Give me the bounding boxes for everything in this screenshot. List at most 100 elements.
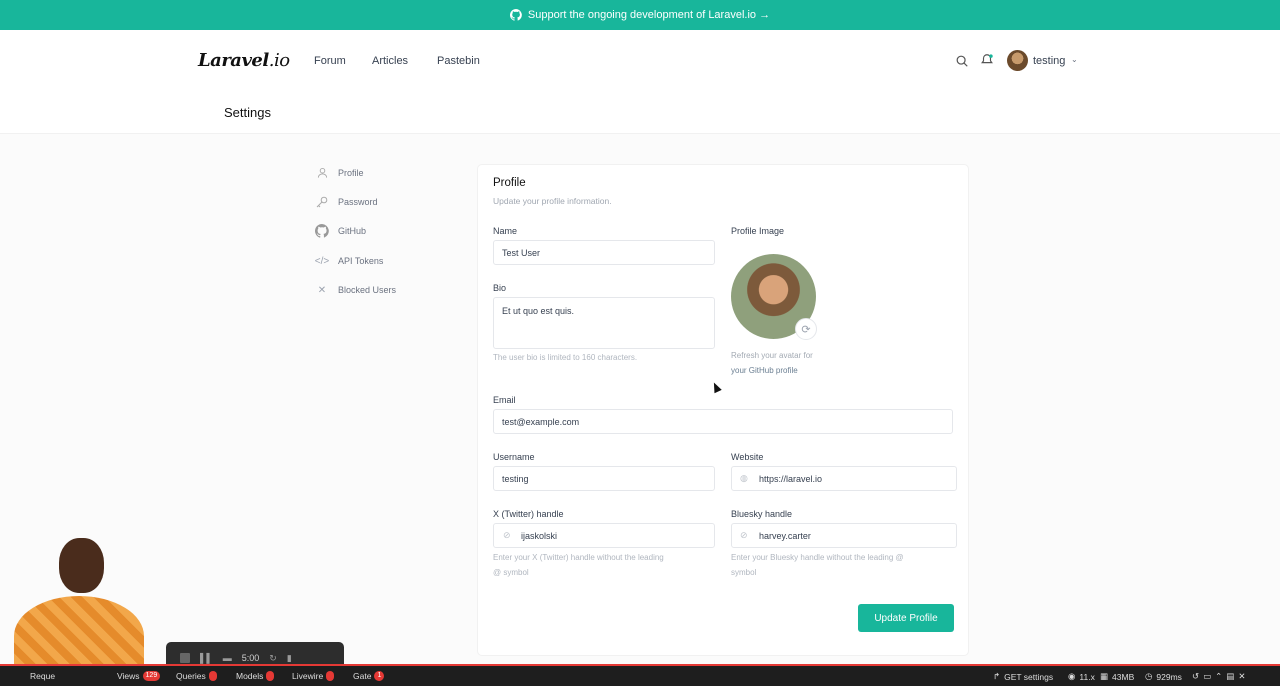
debug-requests-tab[interactable]: Reque	[30, 671, 55, 681]
x-icon: ✕	[317, 284, 327, 296]
nav-articles[interactable]: Articles	[372, 55, 408, 67]
bluesky-field[interactable]: harvey.carter	[731, 523, 957, 548]
at-icon: ⊘	[740, 530, 748, 540]
sidebar-item-password[interactable]: Password	[314, 195, 378, 209]
debug-memory-label: 43MB	[1112, 671, 1135, 682]
debug-time: ◷ 929ms	[1145, 671, 1182, 682]
pause-icon[interactable]: ▌▌	[200, 653, 213, 663]
trash-icon[interactable]: ▮	[287, 653, 292, 664]
logo-suffix: .io	[268, 50, 290, 71]
php-icon: ◉	[1068, 671, 1076, 681]
website-label: Website	[731, 452, 764, 462]
bluesky-hint-line-2: symbol	[731, 568, 757, 577]
sidebar-item-api-tokens[interactable]: </> API Tokens	[314, 254, 384, 268]
at-icon: ⊘	[503, 530, 511, 540]
webcam-person-body	[14, 596, 144, 666]
debug-gate-badge: 1	[374, 671, 385, 681]
user-icon	[314, 166, 330, 180]
webcam-person-head	[59, 538, 104, 593]
username-label: Username	[493, 452, 535, 462]
debug-views-tab[interactable]: Views 129	[117, 671, 161, 681]
debug-views-badge: 129	[142, 671, 161, 681]
twitter-hint-line-1: Enter your X (Twitter) handle without th…	[493, 553, 664, 562]
share-icon: ↱	[993, 671, 1001, 681]
logo[interactable]: Laravel.io	[198, 50, 290, 71]
debug-controls: ↺ ▭ ⌃ ▤ ✕	[1192, 671, 1245, 682]
debug-models-tab[interactable]: Models	[236, 671, 275, 681]
chevron-up-icon[interactable]: ⌃	[1215, 671, 1222, 682]
refresh-hint-link[interactable]: your GitHub profile	[731, 363, 813, 378]
sidebar-item-label: Password	[338, 197, 378, 207]
twitter-hint-line-2: @ symbol	[493, 568, 529, 577]
sidebar-item-profile[interactable]: Profile	[314, 166, 364, 180]
debug-route[interactable]: ↱ GET settings	[993, 671, 1053, 682]
support-banner[interactable]: Support the ongoing development of Larav…	[0, 0, 1280, 30]
debug-php-label: 11.x	[1079, 671, 1095, 682]
refresh-avatar-button[interactable]: ⟳	[795, 318, 817, 340]
email-label: Email	[493, 395, 516, 405]
card-title: Profile	[493, 177, 526, 189]
top-nav: Laravel.io Forum Articles Pastebin testi…	[0, 30, 1280, 92]
restart-icon[interactable]: ↻	[269, 653, 277, 664]
sidebar-item-label: API Tokens	[338, 256, 384, 266]
page-header: Settings	[0, 92, 1280, 134]
update-profile-button[interactable]: Update Profile	[858, 604, 954, 632]
debug-models-badge	[266, 671, 275, 681]
twitter-hint: Enter your X (Twitter) handle without th…	[493, 550, 664, 580]
maximize-icon[interactable]: ▤	[1226, 671, 1234, 682]
debug-bar: Reque Views 129 Queries Models Livewire G…	[0, 664, 1280, 686]
banner-text[interactable]: Support the ongoing development of Larav…	[528, 9, 770, 21]
stop-record-icon[interactable]	[180, 653, 190, 663]
nav-forum[interactable]: Forum	[314, 55, 346, 67]
debug-livewire-label: Livewire	[292, 671, 324, 681]
debug-route-label: GET settings	[1004, 671, 1054, 682]
user-menu-name[interactable]: testing	[1033, 55, 1065, 67]
username-field[interactable]: testing	[493, 466, 715, 491]
name-label: Name	[493, 226, 518, 236]
bio-hint: The user bio is limited to 160 character…	[493, 353, 638, 362]
debug-views-label: Views	[117, 671, 140, 681]
refresh-icon: ⟳	[801, 323, 811, 336]
email-field[interactable]: test@example.com	[493, 409, 953, 434]
github-icon	[509, 9, 522, 21]
avatar[interactable]	[1007, 50, 1028, 71]
debug-gate-tab[interactable]: Gate 1	[353, 671, 385, 681]
nav-pastebin[interactable]: Pastebin	[437, 55, 480, 67]
bluesky-hint: Enter your Bluesky handle without the le…	[731, 550, 904, 580]
bluesky-hint-line-1: Enter your Bluesky handle without the le…	[731, 553, 904, 562]
sidebar-item-blocked-users[interactable]: ✕ Blocked Users	[314, 283, 396, 297]
debug-queries-label: Queries	[176, 671, 206, 681]
debug-gate-label: Gate	[353, 671, 372, 681]
debug-requests-label: Reque	[30, 671, 56, 681]
debug-models-label: Models	[236, 671, 264, 681]
code-icon: </>	[314, 255, 330, 267]
chevron-down-icon[interactable]: ⌄	[1071, 55, 1078, 64]
bio-label: Bio	[493, 283, 507, 293]
debug-queries-tab[interactable]: Queries	[176, 671, 217, 681]
refresh-hint: Refresh your avatar for your GitHub prof…	[731, 348, 813, 378]
debug-time-label: 929ms	[1156, 671, 1182, 682]
bio-field[interactable]: Et ut quo est quis.	[493, 297, 715, 349]
twitter-label: X (Twitter) handle	[493, 509, 564, 519]
card-subtitle: Update your profile information.	[493, 196, 612, 206]
profile-image-label: Profile Image	[731, 226, 785, 236]
debug-livewire-badge	[326, 671, 335, 681]
debug-livewire-tab[interactable]: Livewire	[292, 671, 335, 681]
sidebar-item-label: Profile	[338, 168, 364, 178]
sidebar-item-github[interactable]: GitHub	[314, 224, 366, 238]
close-icon[interactable]: ✕	[1238, 671, 1245, 682]
recording-time: 5:00	[241, 653, 260, 663]
folder-icon[interactable]: ▭	[1203, 671, 1211, 682]
mic-icon[interactable]: ▬	[223, 653, 232, 663]
github-icon	[314, 224, 330, 238]
search-icon[interactable]	[955, 54, 969, 68]
debug-memory: ▦ 43MB	[1100, 671, 1134, 682]
website-field[interactable]: https://laravel.io	[731, 466, 957, 491]
name-field[interactable]: Test User	[493, 240, 715, 265]
sidebar-item-label: GitHub	[338, 226, 367, 236]
refresh-hint-line-1: Refresh your avatar for	[731, 351, 813, 360]
notification-bell-icon[interactable]	[980, 53, 994, 67]
key-icon	[314, 195, 330, 209]
twitter-field[interactable]: ijaskolski	[493, 523, 715, 548]
history-icon[interactable]: ↺	[1192, 671, 1199, 682]
